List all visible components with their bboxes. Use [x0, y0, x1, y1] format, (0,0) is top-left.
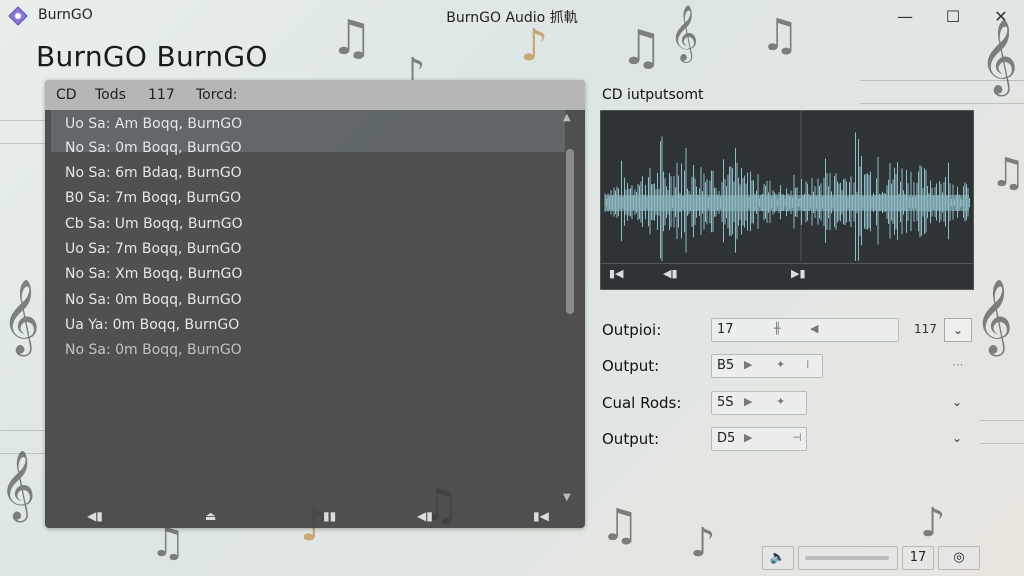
track-list-footer: ◀▮ ⏏ ▮▮ ◀▮ ▮◀	[45, 508, 585, 528]
slider-handle-icon[interactable]: ╫	[774, 322, 781, 335]
treble-clef-icon: 𝄞	[0, 450, 36, 520]
track-row[interactable]: No Sa: 0m Boqq, BurnGO	[65, 338, 242, 362]
track-row[interactable]: Uo Sa: Am Boqq, BurnGO	[65, 112, 242, 136]
scroll-up-icon[interactable]: ▲	[563, 112, 571, 123]
output-slider-1[interactable]: 17 ╫ ◀	[711, 318, 899, 342]
treble-clef-icon: 𝄞	[975, 280, 1013, 354]
output-dropdown-1[interactable]: ⌄	[944, 318, 972, 342]
music-note-icon: ♫	[990, 150, 1024, 196]
music-note-icon: ♫	[600, 500, 640, 551]
page-title: BurnGO BurnGO	[36, 40, 268, 73]
output-dropdown-3[interactable]: ⌄	[944, 391, 970, 413]
output-slider-3[interactable]: 5S ▶ ✦	[711, 391, 807, 415]
track-list-scrollbar[interactable]: ▲ ▼	[559, 110, 579, 510]
previous-icon[interactable]: ◀▮	[87, 509, 103, 523]
arrow-right-icon: ▶	[744, 358, 753, 371]
track-row[interactable]: Ua Ya: 0m Boqq, BurnGO	[65, 313, 239, 337]
status-value: 17	[902, 546, 934, 570]
track-row[interactable]: Cb Sa: Um Boqq, BurnGO	[65, 212, 243, 236]
output-label-3: Cual Rods:	[602, 394, 682, 412]
scroll-down-icon[interactable]: ▼	[563, 492, 571, 503]
title-bar: BurnGO BurnGO Audio 抓軌 — ☐ ✕	[0, 0, 1024, 32]
track-list-header: CD Tods 117 Torcd:	[45, 80, 585, 110]
speaker-icon[interactable]: 🔈	[762, 546, 794, 570]
settings-icon[interactable]: ◎	[938, 546, 980, 570]
track-row[interactable]: No Sa: 0m Boqq, BurnGO	[65, 288, 242, 312]
stop-icon[interactable]: ▮◀	[533, 509, 549, 523]
output-value-readout: 117	[914, 322, 937, 336]
column-header-cd[interactable]: CD	[56, 87, 77, 103]
minimize-button[interactable]: —	[882, 2, 928, 30]
track-row[interactable]: No Sa: Xm Boqq, BurnGO	[65, 262, 242, 286]
eject-icon[interactable]: ⏏	[205, 509, 216, 523]
pause-icon[interactable]: ▮▮	[323, 509, 336, 523]
track-row[interactable]: No Sa: 6m Bdaq, BurnGO	[65, 161, 242, 185]
rewind-icon[interactable]: ◀▮	[663, 267, 678, 280]
arrow-left-icon: ◀	[810, 322, 819, 335]
rewind-icon[interactable]: ◀▮	[417, 509, 433, 523]
output-dropdown-4[interactable]: ⌄	[944, 427, 970, 449]
status-bar: 🔈 17 ◎	[762, 546, 982, 570]
music-note-icon: ♪	[690, 520, 716, 566]
slider-handle-icon[interactable]: ✦	[776, 395, 785, 408]
track-list: Uo Sa: Am Boqq, BurnGO No Sa: 0m Boqq, B…	[51, 110, 603, 480]
output-label-1: Outpioi:	[602, 321, 662, 339]
end-marker-icon: ⁞	[806, 358, 810, 371]
output-slider-2[interactable]: B5 ▶ ✦ ⁞	[711, 354, 823, 378]
arrow-right-icon: ▶	[744, 431, 753, 444]
column-header-count[interactable]: 117	[148, 87, 175, 103]
waveform-graph	[604, 111, 970, 261]
slider-handle-icon[interactable]: ✦	[776, 358, 785, 371]
track-row[interactable]: No Sa: 0m Boqq, BurnGO	[65, 136, 242, 160]
volume-slider[interactable]	[798, 546, 898, 570]
column-header-tods[interactable]: Tods	[95, 87, 126, 103]
column-header-torcd[interactable]: Torcd:	[196, 87, 238, 103]
track-row[interactable]: Uo Sa: 7m Boqq, BurnGO	[65, 237, 241, 261]
output-label-2: Output:	[602, 357, 660, 375]
maximize-button[interactable]: ☐	[930, 2, 976, 30]
window-title: BurnGO Audio 抓軌	[446, 10, 578, 26]
output-slider-4[interactable]: D5 ▶ ⊣	[711, 427, 807, 451]
output-label-4: Output:	[602, 430, 660, 448]
treble-clef-icon: 𝄞	[2, 280, 40, 354]
play-start-icon[interactable]: ▮◀	[609, 267, 624, 280]
track-list-panel: CD Tods 117 Torcd: Uo Sa: Am Boqq, BurnG…	[45, 80, 585, 528]
end-marker-icon: ⊣	[792, 431, 802, 444]
waveform-display: ▮◀ ◀▮ ▶▮	[600, 110, 974, 290]
output-section-title: CD iutputsomt	[602, 87, 704, 103]
arrow-right-icon: ▶	[744, 395, 753, 408]
music-note-icon: ♪	[920, 500, 946, 546]
scrollbar-thumb[interactable]	[566, 149, 574, 314]
track-row[interactable]: B0 Sa: 7m Boqq, BurnGO	[65, 186, 241, 210]
close-button[interactable]: ✕	[978, 2, 1024, 30]
more-options-icon[interactable]: ···	[952, 358, 963, 372]
next-icon[interactable]: ▶▮	[791, 267, 806, 280]
